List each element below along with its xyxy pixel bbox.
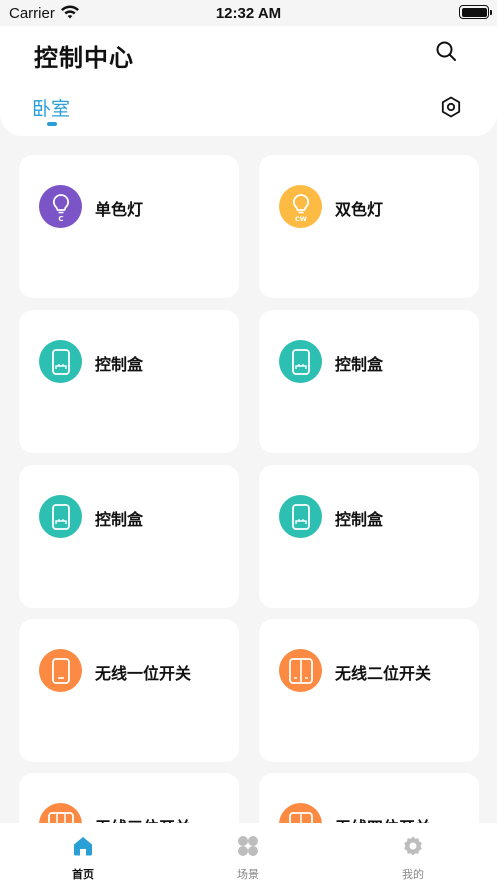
device-name: 控制盒 — [335, 355, 384, 374]
header: 控制中心 卧室 — [0, 26, 497, 136]
tab-bedroom[interactable]: 卧室 — [32, 94, 70, 121]
device-card[interactable]: C 单色灯 — [19, 155, 239, 298]
device-card[interactable]: CW 双色灯 — [259, 155, 479, 298]
device-name: 无线二位开关 — [335, 664, 432, 683]
device-name: 单色灯 — [95, 200, 144, 219]
device-name: 双色灯 — [335, 200, 384, 219]
switch-3-icon — [39, 803, 82, 823]
control-box-icon — [39, 495, 82, 538]
room-settings-icon[interactable] — [440, 96, 462, 118]
switch-1-icon — [39, 649, 82, 692]
device-grid: C 单色灯 CW 双色灯 控制盒 控制盒 控制盒 控制盒 无线一位开关 无线二位… — [19, 155, 479, 823]
device-card[interactable]: 控制盒 — [19, 310, 239, 453]
device-name: 无线三位开关 — [95, 814, 191, 823]
device-name: 无线一位开关 — [95, 664, 192, 683]
bulb-badge: CW — [295, 215, 307, 222]
tab-mine[interactable]: 我的 — [353, 823, 473, 883]
tab-indicator — [47, 122, 57, 126]
switch-4-icon — [279, 803, 322, 823]
switch-2-icon — [279, 649, 322, 692]
device-name: 控制盒 — [335, 510, 384, 529]
tab-home-label: 首页 — [72, 868, 94, 881]
tab-mine-label: 我的 — [402, 868, 424, 881]
device-card[interactable]: 无线一位开关 — [19, 619, 239, 762]
bulb-icon: C — [39, 185, 82, 228]
page-title: 控制中心 — [34, 44, 134, 72]
bulb-badge: C — [58, 215, 63, 222]
bottom-tab-bar: 首页 场景 我的 — [0, 823, 497, 883]
device-card[interactable]: 控制盒 — [259, 310, 479, 453]
control-box-icon — [279, 495, 322, 538]
clock: 12:32 AM — [215, 5, 282, 22]
device-name: 控制盒 — [95, 355, 144, 374]
control-box-icon — [279, 340, 322, 383]
tab-scene[interactable]: 场景 — [188, 823, 308, 883]
tab-home[interactable]: 首页 — [23, 823, 143, 883]
device-name: 控制盒 — [95, 510, 144, 529]
status-bar: Carrier 12:32 AM — [0, 0, 497, 26]
device-card[interactable]: 控制盒 — [259, 465, 479, 608]
device-card[interactable]: 无线二位开关 — [259, 619, 479, 762]
battery-icon — [459, 5, 492, 19]
device-card[interactable]: 无线三位开关 — [19, 773, 239, 823]
device-card[interactable]: 控制盒 — [19, 465, 239, 608]
bulb-icon: CW — [279, 185, 322, 228]
search-icon[interactable] — [435, 40, 457, 62]
home-icon — [74, 837, 92, 856]
device-name: 无线四位开关 — [335, 814, 431, 823]
gear-icon — [404, 836, 422, 856]
scene-icon — [238, 836, 258, 856]
device-card[interactable]: 无线四位开关 — [259, 773, 479, 823]
control-box-icon — [39, 340, 82, 383]
tab-scene-label: 场景 — [237, 868, 259, 881]
